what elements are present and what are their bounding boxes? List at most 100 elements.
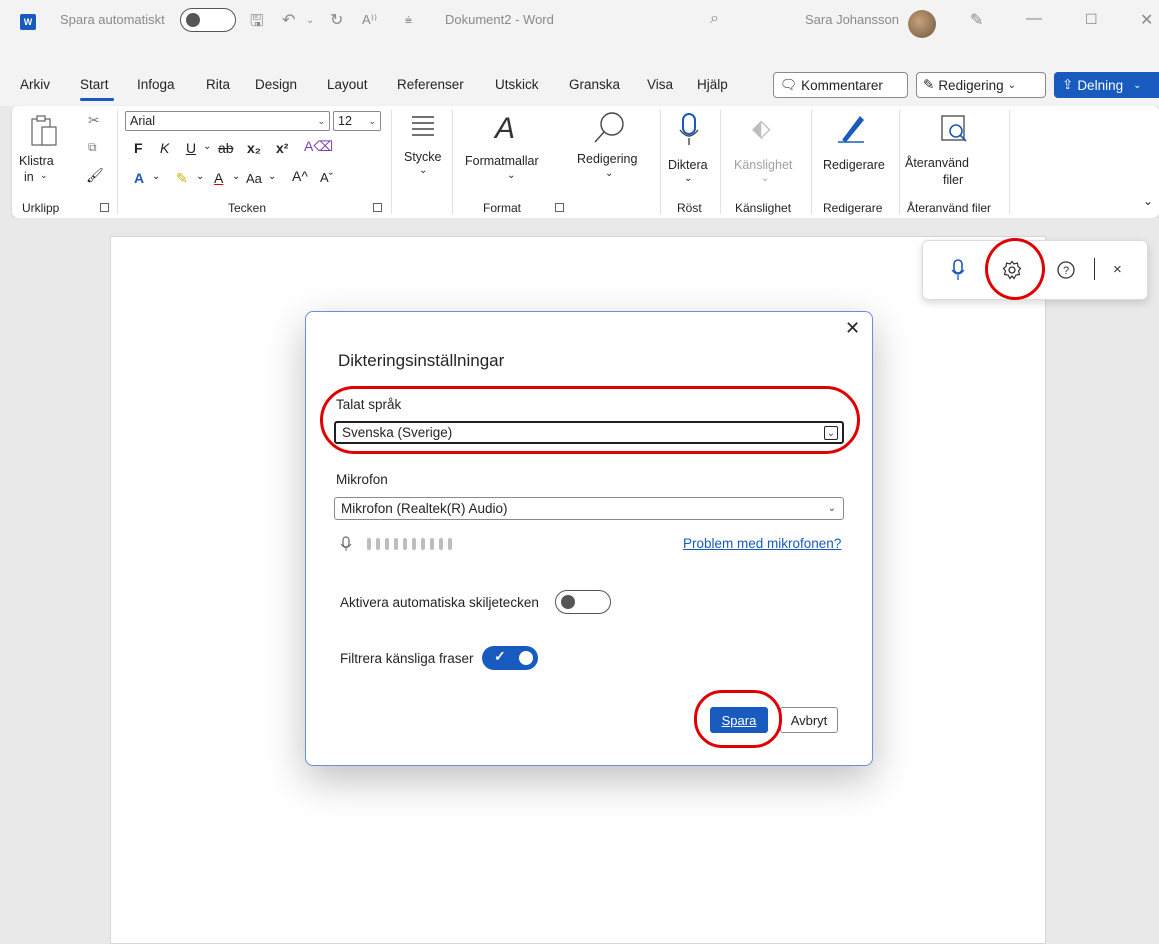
microphone-icon[interactable] xyxy=(950,259,966,281)
microphone-icon xyxy=(340,536,352,551)
paragraph-label[interactable]: Stycke xyxy=(404,150,442,164)
paste-label[interactable]: Klistra xyxy=(19,154,54,168)
chevron-down-icon: ⌄ xyxy=(761,173,770,184)
tab-design[interactable]: Design xyxy=(255,77,297,92)
chevron-down-icon[interactable]: ⌄ xyxy=(268,171,276,182)
search-icon[interactable] xyxy=(592,110,628,146)
maximize-icon[interactable]: ☐ xyxy=(1085,11,1098,28)
superscript-icon[interactable]: x² xyxy=(276,140,288,156)
dialog-launcher-icon[interactable] xyxy=(100,203,109,212)
autosave-toggle[interactable] xyxy=(180,8,236,32)
close-icon[interactable]: × xyxy=(1113,261,1122,278)
clear-formatting-icon[interactable]: A⌫ xyxy=(304,138,333,155)
font-size-value: 12 xyxy=(338,114,352,128)
grow-font-icon[interactable]: A^ xyxy=(292,168,308,184)
shrink-font-icon[interactable]: Aˇ xyxy=(320,170,333,185)
help-icon[interactable]: ? xyxy=(1056,260,1076,280)
ribbon-expand-chevron-icon[interactable]: ⌄ xyxy=(1143,194,1153,208)
minimize-icon[interactable]: — xyxy=(1026,10,1042,28)
microphone-select[interactable]: Mikrofon (Realtek(R) Audio) ⌄ xyxy=(334,497,844,520)
paste-icon[interactable] xyxy=(28,113,60,149)
designer-pen-icon[interactable]: ✎ xyxy=(970,10,983,30)
gear-icon[interactable] xyxy=(1002,260,1022,280)
language-label: Talat språk xyxy=(336,397,402,412)
save-icon[interactable]: 🖫 xyxy=(250,10,264,37)
microphone-problem-link[interactable]: Problem med mikrofonen? xyxy=(683,536,841,551)
cut-icon[interactable]: ✂ xyxy=(88,112,100,129)
read-aloud-icon[interactable]: A⁾⁾ xyxy=(362,12,377,28)
chevron-down-icon[interactable]: ⌄ xyxy=(419,165,427,176)
text-effects-icon[interactable]: A xyxy=(134,170,144,186)
tab-arkiv[interactable]: Arkiv xyxy=(20,77,50,92)
subscript-icon[interactable]: x₂ xyxy=(247,140,261,156)
tab-utskick[interactable]: Utskick xyxy=(495,77,539,92)
pencil-icon: ✎ xyxy=(923,77,935,92)
editor-icon[interactable] xyxy=(836,112,866,144)
bold-button[interactable]: F xyxy=(134,140,143,156)
reuse-files-label[interactable]: Återanvänd xyxy=(905,156,969,170)
search-icon[interactable]: ⌕ xyxy=(710,10,719,28)
tab-infoga[interactable]: Infoga xyxy=(137,77,175,92)
language-select[interactable]: Svenska (Sverige) ⌄ xyxy=(334,421,844,444)
chevron-down-icon[interactable]: ⌄ xyxy=(507,170,515,181)
auto-punctuation-toggle[interactable] xyxy=(555,590,611,614)
cancel-button[interactable]: Avbryt xyxy=(780,707,838,733)
auto-punctuation-label: Aktivera automatiska skiljetecken xyxy=(340,595,539,610)
group-divider xyxy=(899,110,900,214)
dictate-label[interactable]: Diktera xyxy=(668,158,708,172)
group-label-sensitivity: Känslighet xyxy=(735,201,792,215)
filter-phrases-toggle[interactable]: ✓ xyxy=(482,646,538,670)
chevron-down-icon[interactable]: ⌄ xyxy=(684,173,692,184)
chevron-down-icon: ⌄ xyxy=(368,115,376,126)
dialog-launcher-icon[interactable] xyxy=(373,203,382,212)
paste-label-2[interactable]: in xyxy=(24,170,34,184)
editor-label[interactable]: Redigerare xyxy=(823,158,885,172)
underline-button[interactable]: U xyxy=(186,140,196,156)
close-window-icon[interactable]: ✕ xyxy=(1140,10,1153,30)
italic-button[interactable]: K xyxy=(160,140,169,156)
styles-label[interactable]: Formatmallar xyxy=(465,154,539,168)
tab-layout[interactable]: Layout xyxy=(327,77,368,92)
sensitivity-icon: ⬖ xyxy=(752,115,771,142)
comments-button[interactable]: 🗨 Kommentarer xyxy=(773,72,908,98)
chevron-down-icon[interactable]: ⌄ xyxy=(196,171,204,182)
reuse-files-icon[interactable] xyxy=(939,114,969,144)
paragraph-icon[interactable] xyxy=(410,114,436,138)
change-case-icon[interactable]: Aa xyxy=(246,171,262,186)
comments-label: Kommentarer xyxy=(801,77,883,93)
chevron-down-icon[interactable]: ⌄ xyxy=(605,168,613,179)
customize-qat-icon[interactable]: ⩧ xyxy=(405,13,412,28)
styles-icon[interactable]: A xyxy=(495,112,515,146)
tab-start[interactable]: Start xyxy=(80,77,109,92)
tab-visa[interactable]: Visa xyxy=(647,77,673,92)
font-size-select[interactable]: 12 ⌄ xyxy=(333,111,381,131)
chevron-down-icon[interactable]: ⌄ xyxy=(152,171,160,182)
dialog-launcher-icon[interactable] xyxy=(555,203,564,212)
highlight-icon[interactable]: ✎ xyxy=(176,170,188,187)
font-color-icon[interactable]: A xyxy=(214,170,223,186)
microphone-icon[interactable] xyxy=(677,112,701,148)
font-name-select[interactable]: Arial ⌄ xyxy=(125,111,330,131)
tab-rita[interactable]: Rita xyxy=(206,77,230,92)
avatar[interactable] xyxy=(908,10,936,38)
tab-granska[interactable]: Granska xyxy=(569,77,620,92)
tab-hjalp[interactable]: Hjälp xyxy=(697,77,728,92)
editing-label[interactable]: Redigering xyxy=(577,152,637,166)
svg-text:?: ? xyxy=(1063,265,1069,277)
save-button[interactable]: Spara xyxy=(710,707,768,733)
chevron-down-icon[interactable]: ⌄ xyxy=(203,141,211,152)
share-button[interactable]: ⇪ Delning ⌄ xyxy=(1054,72,1159,98)
chevron-down-icon[interactable]: ⌄ xyxy=(232,171,240,182)
chevron-down-icon[interactable]: ⌄ xyxy=(40,170,48,181)
title-bar xyxy=(0,0,1159,40)
undo-dropdown-icon[interactable]: ⌄ xyxy=(306,15,314,26)
strikethrough-icon[interactable]: ab xyxy=(218,140,234,156)
dialog-close-icon[interactable]: ✕ xyxy=(845,318,860,339)
undo-icon[interactable]: ↶ xyxy=(282,10,295,30)
redo-icon[interactable]: ↻ xyxy=(330,10,343,30)
reuse-files-label-2[interactable]: filer xyxy=(943,173,963,187)
tab-referenser[interactable]: Referenser xyxy=(397,77,464,92)
editing-mode-button[interactable]: ✎ Redigering ⌄ xyxy=(916,72,1046,98)
format-painter-icon[interactable]: 🖌 xyxy=(86,167,104,184)
copy-icon[interactable]: ⧉ xyxy=(88,140,97,155)
